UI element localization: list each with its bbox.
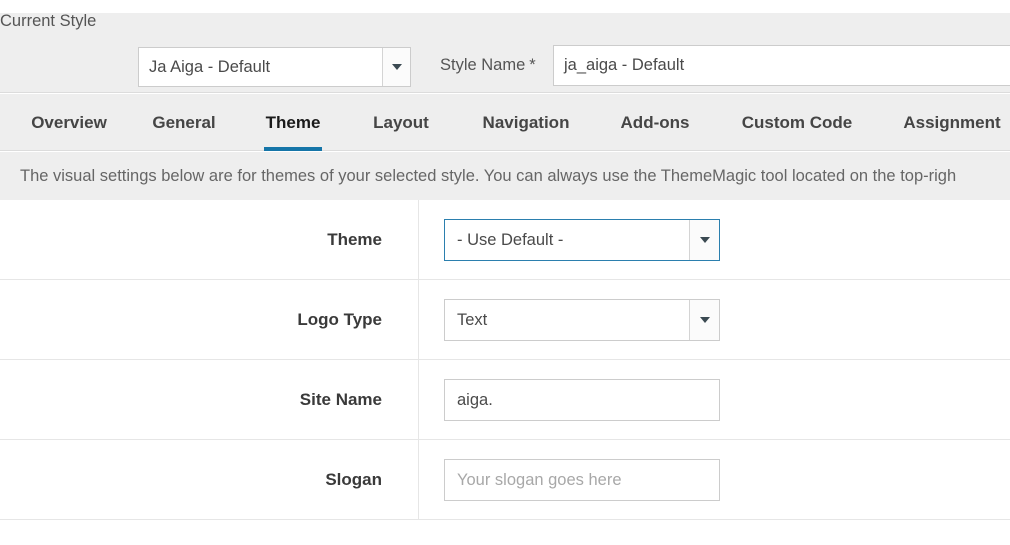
chevron-down-icon bbox=[391, 64, 402, 70]
theme-select-value: - Use Default - bbox=[457, 230, 564, 249]
settings-tab-bar: Overview General Theme Layout Navigation Add-… bbox=[0, 94, 1010, 151]
slogan-input[interactable]: Your slogan goes here bbox=[444, 459, 720, 501]
current-style-dropdown-button[interactable] bbox=[382, 48, 410, 86]
row-divider bbox=[418, 280, 419, 360]
logo-type-dropdown-button[interactable] bbox=[689, 300, 719, 340]
tab-general[interactable]: General bbox=[140, 94, 228, 151]
chevron-down-icon bbox=[699, 317, 710, 323]
control-wrapper-theme: - Use Default - bbox=[444, 219, 720, 261]
label-theme: Theme bbox=[327, 230, 382, 249]
row-divider bbox=[418, 440, 419, 520]
tab-overview[interactable]: Overview bbox=[20, 94, 118, 151]
style-header-bar: Current Style Ja Aiga - Default Style Na… bbox=[0, 13, 1010, 93]
logo-type-select-value: Text bbox=[457, 310, 488, 329]
theme-notice-text: The visual settings below are for themes… bbox=[20, 166, 957, 185]
required-marker: * bbox=[529, 56, 536, 74]
form-row-theme: Theme - Use Default - bbox=[0, 200, 1010, 280]
site-name-input[interactable]: aiga. bbox=[444, 379, 720, 421]
tab-layout[interactable]: Layout bbox=[366, 94, 436, 151]
form-row-logo-type: Logo Type Text bbox=[0, 280, 1010, 360]
tab-navigation[interactable]: Navigation bbox=[474, 94, 578, 151]
style-name-label-group: Style Name * bbox=[440, 56, 536, 75]
theme-notice-bar: The visual settings below are for themes… bbox=[0, 152, 1010, 200]
label-site-name: Site Name bbox=[299, 390, 382, 409]
current-style-select-value: Ja Aiga - Default bbox=[149, 57, 271, 76]
form-row-slogan: Slogan Your slogan goes here bbox=[0, 440, 1010, 520]
style-name-input[interactable]: ja_aiga - Default bbox=[553, 45, 1010, 86]
theme-settings-form: Theme - Use Default - Logo Type Text Site Na… bbox=[0, 200, 1010, 545]
control-wrapper-logo-type: Text bbox=[444, 299, 720, 341]
tab-custom-code[interactable]: Custom Code bbox=[736, 94, 858, 151]
current-style-select[interactable]: Ja Aiga - Default bbox=[138, 47, 411, 87]
style-name-label: Style Name bbox=[440, 56, 526, 75]
row-divider bbox=[418, 360, 419, 440]
label-logo-type: Logo Type bbox=[297, 310, 382, 329]
chevron-down-icon bbox=[699, 237, 710, 243]
current-style-label: Current Style bbox=[0, 12, 97, 30]
top-gutter bbox=[0, 0, 1010, 13]
control-wrapper-slogan: Your slogan goes here bbox=[444, 459, 720, 501]
control-wrapper-site-name: aiga. bbox=[444, 379, 720, 421]
tab-assignment[interactable]: Assignment bbox=[897, 94, 1007, 151]
form-row-site-name: Site Name aiga. bbox=[0, 360, 1010, 440]
template-style-manager: Current Style Ja Aiga - Default Style Na… bbox=[0, 0, 1010, 545]
logo-type-select[interactable]: Text bbox=[444, 299, 720, 341]
theme-dropdown-button[interactable] bbox=[689, 220, 719, 260]
row-divider bbox=[418, 200, 419, 280]
tab-add-ons[interactable]: Add-ons bbox=[614, 94, 696, 151]
tab-theme[interactable]: Theme bbox=[264, 94, 322, 151]
theme-select[interactable]: - Use Default - bbox=[444, 219, 720, 261]
label-slogan: Slogan bbox=[325, 470, 382, 489]
